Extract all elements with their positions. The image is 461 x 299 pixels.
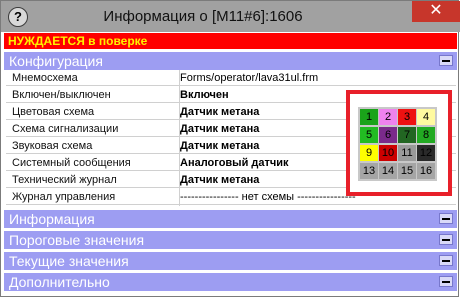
section-config[interactable]: Конфигурация bbox=[4, 52, 457, 70]
config-key: Цветовая схема bbox=[12, 106, 95, 118]
config-value[interactable]: Аналоговый датчик bbox=[180, 155, 289, 171]
color-scheme-preview: 1 2 3 4 5 6 7 8 9 10 11 12 13 14 15 16 bbox=[346, 90, 452, 196]
section-info[interactable]: Информация bbox=[4, 210, 457, 228]
color-cell-11: 11 bbox=[398, 145, 416, 161]
window-title: Информация о [M11#6]:1606 bbox=[103, 8, 303, 25]
info-window: ? Информация о [M11#6]:1606 ✕ НУЖДАЕТСЯ … bbox=[0, 0, 460, 297]
color-cell-13: 13 bbox=[360, 163, 378, 179]
close-button[interactable]: ✕ bbox=[412, 1, 460, 22]
color-cell-2: 2 bbox=[379, 109, 397, 125]
color-cell-10: 10 bbox=[379, 145, 397, 161]
section-current-label: Текущие значения bbox=[9, 253, 129, 269]
section-extra[interactable]: Дополнительно bbox=[4, 273, 457, 291]
collapse-icon[interactable] bbox=[439, 55, 453, 66]
config-key: Системный сообщения bbox=[12, 157, 131, 169]
color-cell-12: 12 bbox=[417, 145, 435, 161]
config-row: Мнемосхема Forms/operator/lava31ul.frm bbox=[6, 70, 456, 86]
color-grid: 1 2 3 4 5 6 7 8 9 10 11 12 13 14 15 16 bbox=[358, 107, 437, 181]
config-key: Включен/выключен bbox=[12, 89, 111, 101]
color-cell-9: 9 bbox=[360, 145, 378, 161]
config-value[interactable]: Forms/operator/lava31ul.frm bbox=[180, 70, 318, 86]
color-cell-1: 1 bbox=[360, 109, 378, 125]
color-cell-14: 14 bbox=[379, 163, 397, 179]
section-extra-label: Дополнительно bbox=[9, 274, 110, 290]
config-value[interactable]: Датчик метана bbox=[180, 172, 259, 188]
color-cell-6: 6 bbox=[379, 127, 397, 143]
section-info-label: Информация bbox=[9, 211, 95, 227]
section-thresholds-label: Пороговые значения bbox=[9, 232, 145, 248]
collapse-icon[interactable] bbox=[439, 276, 453, 287]
color-cell-3: 3 bbox=[398, 109, 416, 125]
collapse-icon[interactable] bbox=[439, 234, 453, 245]
config-value[interactable]: Включен bbox=[180, 87, 229, 103]
color-cell-4: 4 bbox=[417, 109, 435, 125]
verification-alert: НУЖДАЕТСЯ в поверке bbox=[4, 33, 457, 49]
section-config-label: Конфигурация bbox=[9, 53, 103, 69]
collapse-icon[interactable] bbox=[439, 213, 453, 224]
color-cell-16: 16 bbox=[417, 163, 435, 179]
collapse-icon[interactable] bbox=[439, 255, 453, 266]
config-value[interactable]: Датчик метана bbox=[180, 138, 259, 154]
color-cell-5: 5 bbox=[360, 127, 378, 143]
section-thresholds[interactable]: Пороговые значения bbox=[4, 231, 457, 249]
color-cell-8: 8 bbox=[417, 127, 435, 143]
color-cell-7: 7 bbox=[398, 127, 416, 143]
config-key: Мнемосхема bbox=[12, 72, 78, 84]
color-cell-15: 15 bbox=[398, 163, 416, 179]
config-value[interactable]: Датчик метана bbox=[180, 121, 259, 137]
config-value[interactable]: Датчик метана bbox=[180, 104, 259, 120]
config-key: Журнал управления bbox=[12, 191, 116, 203]
config-value[interactable]: ---------------- нет схемы -------------… bbox=[180, 189, 356, 205]
config-key: Технический журнал bbox=[12, 174, 117, 186]
config-key: Схема сигнализации bbox=[12, 123, 119, 135]
config-key: Звуковая схема bbox=[12, 140, 93, 152]
title-bar[interactable]: ? Информация о [M11#6]:1606 ✕ bbox=[1, 1, 460, 32]
section-current[interactable]: Текущие значения bbox=[4, 252, 457, 270]
